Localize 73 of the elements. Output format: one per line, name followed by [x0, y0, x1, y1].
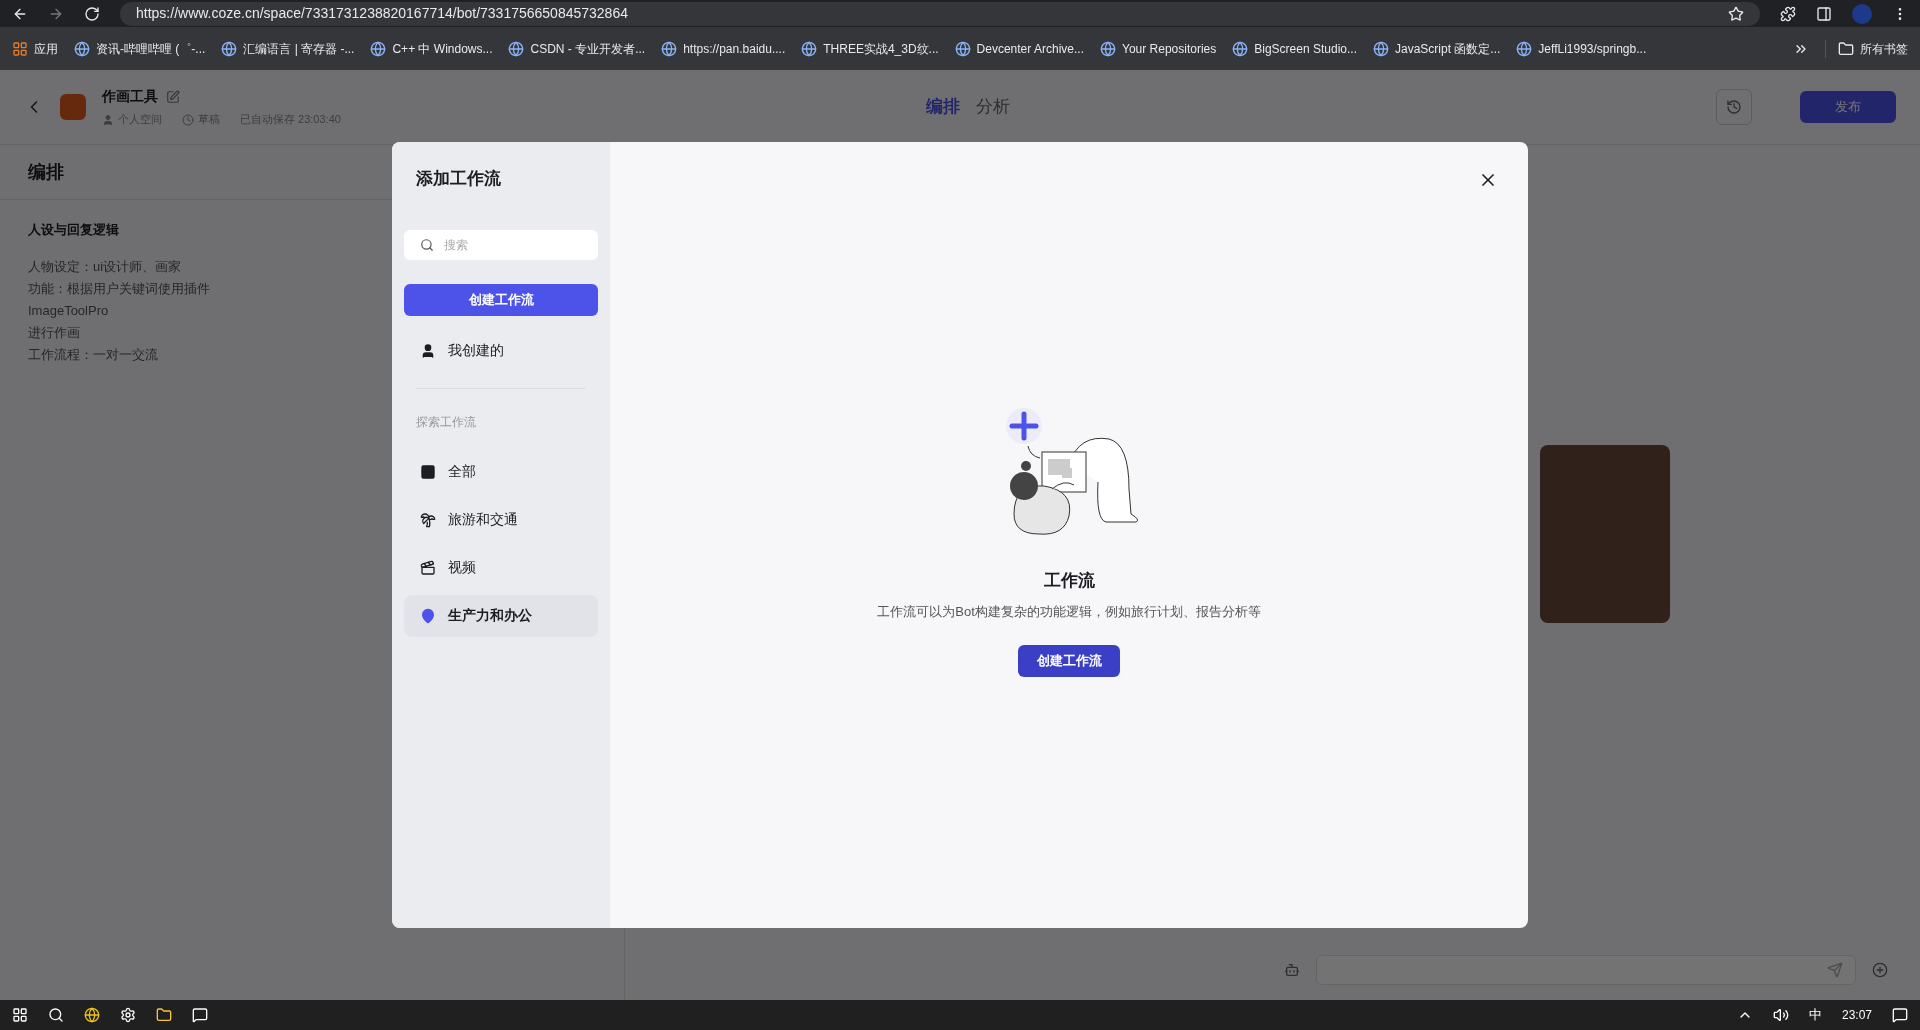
globe-icon: [1100, 40, 1116, 57]
chat-icon[interactable]: [192, 1007, 208, 1023]
category-item[interactable]: 生产力和办公: [404, 594, 598, 637]
history-icon: [1726, 99, 1742, 115]
address-bar[interactable]: https://www.coze.cn/space/7331731238820167714/bot/7331756650845732864: [120, 1, 1760, 26]
notification-icon[interactable]: [1892, 1007, 1908, 1023]
prompt-line: 功能：根据用户关键词使用插件: [28, 279, 210, 298]
history-button[interactable]: [1716, 89, 1752, 125]
globe-icon: [1373, 40, 1389, 57]
section-title: 人设与回复逻辑: [28, 221, 119, 239]
section-label: 探索工作流: [415, 413, 477, 431]
palm-tree-icon: [420, 511, 436, 528]
globe-icon: [954, 40, 971, 57]
browser-icon[interactable]: [84, 1007, 100, 1023]
side-panel-icon[interactable]: [1816, 5, 1832, 22]
folder-icon[interactable]: [156, 1007, 172, 1023]
bookmark-link[interactable]: BigScreen Studio...: [1232, 39, 1357, 58]
bookmark-link[interactable]: 资讯-哔哩哔哩 (゜-...: [74, 39, 206, 58]
bookmark-link[interactable]: JavaScript 函数定...: [1373, 39, 1501, 58]
globe-icon: [370, 40, 387, 57]
start-icon[interactable]: [12, 1007, 28, 1023]
search-field[interactable]: 搜索: [404, 229, 598, 260]
all-bookmarks-link[interactable]: 所有书签: [1825, 39, 1908, 58]
clapperboard-icon: [420, 559, 436, 576]
search-icon[interactable]: [48, 1007, 64, 1023]
globe-icon: [508, 40, 525, 57]
bookmark-star-icon[interactable]: [1728, 5, 1744, 22]
input-method-label[interactable]: 中: [1808, 1005, 1822, 1025]
clock-icon: [182, 113, 194, 126]
bot-logo: [60, 94, 86, 120]
bookmark-link[interactable]: 汇编语言 | 寄存器 -...: [221, 39, 355, 58]
pin-icon: [420, 607, 436, 624]
bookmark-link[interactable]: Your Repositories: [1100, 39, 1217, 58]
prompt-line: 人物设定：ui设计师、画家: [28, 257, 182, 276]
bookmark-link[interactable]: C++ 中 Windows...: [370, 39, 493, 58]
add-icon[interactable]: [1872, 962, 1888, 978]
bot-icon[interactable]: [1284, 962, 1300, 978]
globe-icon: [801, 40, 818, 57]
create-workflow-button[interactable]: 创建工作流: [404, 283, 598, 316]
empty-title: 工作流: [1043, 570, 1095, 592]
bookmark-link[interactable]: https://pan.baidu....: [661, 39, 786, 58]
prompt-line: 进行作画: [28, 323, 80, 342]
category-item[interactable]: 视频: [404, 546, 598, 589]
category-item[interactable]: 我创建的: [404, 329, 598, 372]
message-input[interactable]: [1316, 955, 1856, 985]
bot-title: 作画工具: [102, 87, 158, 107]
bookmark-link[interactable]: Devcenter Archive...: [954, 39, 1084, 58]
apps-icon: [12, 40, 28, 57]
volume-icon[interactable]: [1772, 1007, 1789, 1023]
bookmark-link[interactable]: JeffLi1993/springb...: [1516, 39, 1647, 58]
search-icon: [420, 237, 434, 252]
category-item[interactable]: 全部: [404, 450, 598, 493]
user-icon: [420, 342, 436, 359]
reload-icon[interactable]: [84, 5, 100, 22]
create-workflow-button[interactable]: 创建工作流: [1018, 645, 1120, 677]
globe-icon: [1232, 40, 1249, 57]
bookmark-link[interactable]: CSDN - 专业开发者...: [508, 39, 646, 58]
folder-icon: [1838, 40, 1854, 57]
bookmark-link[interactable]: THREE实战4_3D纹...: [801, 39, 939, 58]
user-icon: [102, 113, 114, 126]
settings-icon[interactable]: [120, 1007, 136, 1023]
globe-icon: [1516, 40, 1533, 57]
category-item[interactable]: 旅游和交通: [404, 498, 598, 541]
prompt-line: ImageToolPro: [28, 301, 109, 320]
clock-label[interactable]: 23:07: [1841, 1006, 1872, 1024]
bookmark-link[interactable]: 应用: [12, 39, 58, 58]
url-text: https://www.coze.cn/space/7331731238820167714/bot/7331756650845732864: [136, 4, 629, 23]
extensions-icon[interactable]: [1780, 5, 1796, 22]
globe-icon: [74, 40, 90, 57]
globe-icon: [661, 40, 678, 57]
dialog-title: 添加工作流: [415, 168, 502, 190]
empty-description: 工作流可以为Bot构建复杂的功能逻辑，例如旅行计划、报告分析等: [877, 602, 1261, 621]
globe-icon: [221, 40, 238, 57]
